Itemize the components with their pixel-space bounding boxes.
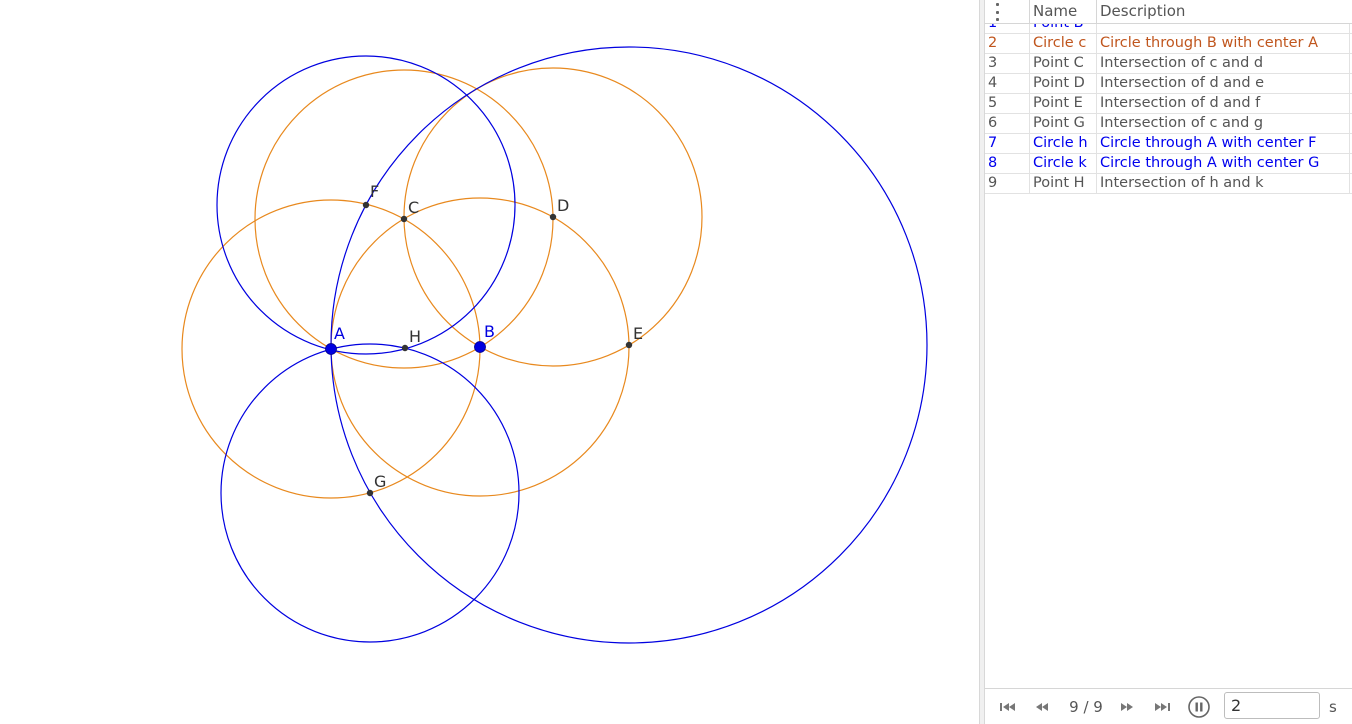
row-number: 7 bbox=[985, 134, 1030, 154]
graphics-view[interactable]: A B F C D E H G bbox=[0, 0, 979, 724]
row-name: Circle c bbox=[1030, 34, 1097, 54]
row-number: 9 bbox=[985, 174, 1030, 194]
point-F[interactable] bbox=[362, 201, 370, 209]
row-number: 2 bbox=[985, 34, 1030, 54]
navigation-bar: 9 / 9 s bbox=[985, 688, 1352, 724]
label-G: G bbox=[374, 472, 386, 491]
row-description: Intersection of d and f bbox=[1100, 95, 1261, 111]
label-E: E bbox=[633, 324, 643, 343]
point-D[interactable] bbox=[549, 213, 557, 221]
row-number: 3 bbox=[985, 54, 1030, 74]
row-description: Intersection of h and k bbox=[1100, 175, 1264, 191]
table-row[interactable]: 5 Point E Intersection of d and f bbox=[985, 94, 1352, 114]
table-row[interactable]: 7 Circle h Circle through A with center F bbox=[985, 134, 1352, 154]
point-C[interactable] bbox=[400, 215, 408, 223]
row-name: Point G bbox=[1030, 114, 1097, 134]
row-number: 5 bbox=[985, 94, 1030, 114]
table-row[interactable]: 8 Circle k Circle through A with center G bbox=[985, 154, 1352, 174]
step-counter: 9 / 9 bbox=[1069, 698, 1103, 716]
row-description: Intersection of d and e bbox=[1100, 75, 1265, 91]
step-back-icon[interactable] bbox=[1030, 697, 1054, 717]
column-menu[interactable] bbox=[985, 0, 1030, 24]
label-C: C bbox=[408, 198, 419, 217]
row-number: 8 bbox=[985, 154, 1030, 174]
row-name: Point C bbox=[1030, 54, 1097, 74]
construction-table: 1Point B2Circle cCircle through B with c… bbox=[985, 14, 1352, 194]
row-name: Point E bbox=[1030, 94, 1097, 114]
row-description: Circle through B with center A bbox=[1100, 35, 1319, 51]
header-description[interactable]: Description bbox=[1097, 0, 1350, 24]
point-A[interactable] bbox=[325, 343, 337, 355]
row-description: Intersection of c and d bbox=[1100, 55, 1264, 71]
label-H: H bbox=[409, 327, 421, 346]
speed-input[interactable] bbox=[1224, 692, 1320, 719]
geometry-canvas[interactable]: A B F C D E H G bbox=[0, 0, 979, 724]
label-D: D bbox=[557, 196, 569, 215]
header-name[interactable]: Name bbox=[1030, 0, 1097, 24]
row-description: Circle through A with center F bbox=[1100, 135, 1317, 151]
table-row[interactable]: 2 Circle c Circle through B with center A bbox=[985, 34, 1352, 54]
row-number: 4 bbox=[985, 74, 1030, 94]
table-row[interactable]: 9 Point H Intersection of h and k bbox=[985, 174, 1352, 194]
row-name: Circle k bbox=[1030, 154, 1097, 174]
label-B: B bbox=[484, 322, 495, 341]
label-A: A bbox=[334, 324, 345, 343]
point-H[interactable] bbox=[401, 344, 409, 352]
table-row[interactable]: 3 Point C Intersection of c and d bbox=[985, 54, 1352, 74]
skip-last-icon[interactable] bbox=[1151, 697, 1175, 717]
table-header: Name Description bbox=[985, 0, 1352, 24]
point-E[interactable] bbox=[625, 341, 633, 349]
construction-protocol-panel: 1Point B2Circle cCircle through B with c… bbox=[985, 0, 1352, 724]
row-description: Intersection of c and g bbox=[1100, 115, 1264, 131]
row-description: Circle through A with center G bbox=[1100, 155, 1320, 171]
point-G[interactable] bbox=[366, 489, 374, 497]
table-row[interactable]: 6 Point G Intersection of c and g bbox=[985, 114, 1352, 134]
row-name: Circle h bbox=[1030, 134, 1097, 154]
point-B[interactable] bbox=[474, 341, 486, 353]
step-forward-icon[interactable] bbox=[1115, 697, 1139, 717]
table-right-border bbox=[1349, 24, 1350, 194]
row-name: Point H bbox=[1030, 174, 1097, 194]
speed-unit-label: s bbox=[1329, 698, 1337, 716]
more-vertical-icon[interactable] bbox=[994, 3, 1000, 21]
label-F: F bbox=[370, 182, 379, 201]
table-row[interactable]: 4 Point D Intersection of d and e bbox=[985, 74, 1352, 94]
skip-first-icon[interactable] bbox=[995, 697, 1019, 717]
pause-icon[interactable] bbox=[1188, 696, 1210, 718]
row-name: Point D bbox=[1030, 74, 1097, 94]
row-number: 6 bbox=[985, 114, 1030, 134]
